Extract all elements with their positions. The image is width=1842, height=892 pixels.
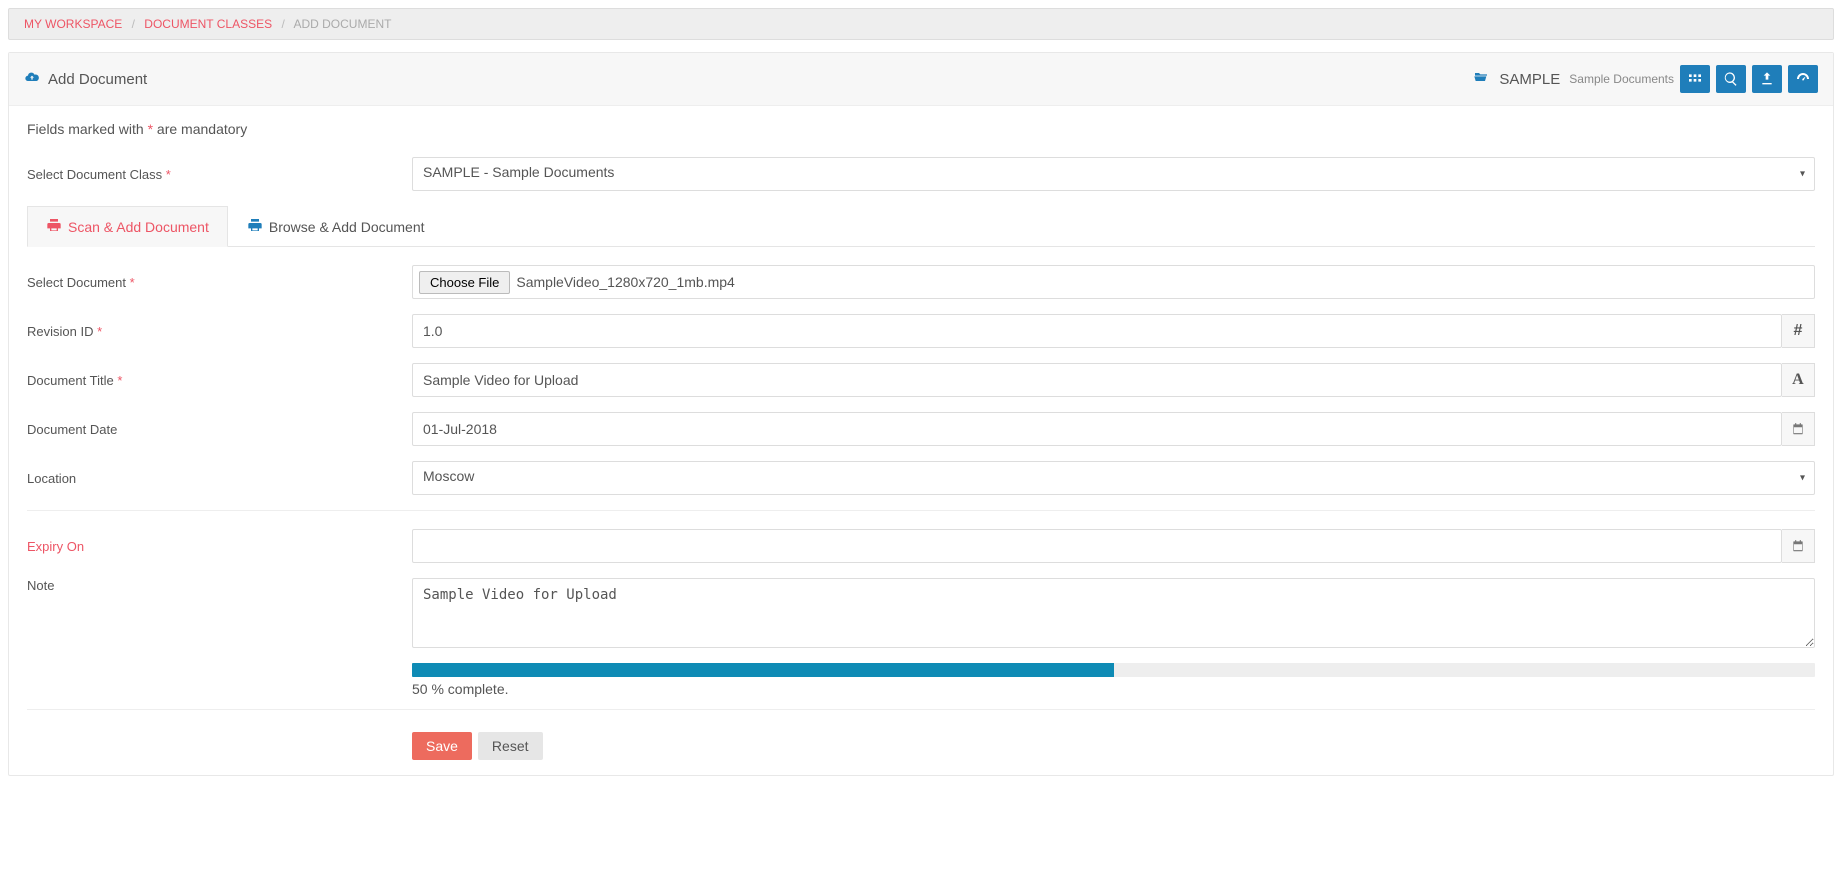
- textarea-note[interactable]: [412, 578, 1815, 648]
- selected-file-name: SampleVideo_1280x720_1mb.mp4: [516, 274, 734, 290]
- panel-header: Add Document SAMPLE Sample Documents: [9, 53, 1833, 106]
- tab-browse-add[interactable]: Browse & Add Document: [228, 206, 444, 246]
- save-button[interactable]: Save: [412, 732, 472, 760]
- input-expiry[interactable]: [412, 529, 1782, 563]
- list-view-button[interactable]: [1680, 65, 1710, 93]
- tab-scan-add[interactable]: Scan & Add Document: [27, 206, 228, 247]
- select-doc-class[interactable]: SAMPLE - Sample Documents: [412, 157, 1815, 191]
- upload-button[interactable]: [1752, 65, 1782, 93]
- row-select-doc: Select Document * Choose File SampleVide…: [27, 265, 1815, 299]
- doc-class-code: SAMPLE: [1499, 71, 1560, 88]
- reset-button[interactable]: Reset: [478, 732, 543, 760]
- divider: [27, 709, 1815, 710]
- row-expiry: Expiry On: [27, 529, 1815, 563]
- input-revision[interactable]: [412, 314, 1782, 348]
- calendar-icon[interactable]: [1782, 529, 1815, 563]
- label-expiry: Expiry On: [27, 539, 412, 554]
- doc-class-desc: Sample Documents: [1569, 72, 1674, 86]
- row-title: Document Title * A: [27, 363, 1815, 397]
- tabs: Scan & Add Document Browse & Add Documen…: [27, 206, 1815, 247]
- progress-text: 50 % complete.: [412, 681, 1815, 697]
- breadcrumb-link-doc-classes[interactable]: DOCUMENT CLASSES: [144, 17, 272, 31]
- breadcrumb-current: ADD DOCUMENT: [293, 17, 391, 31]
- search-button[interactable]: [1716, 65, 1746, 93]
- breadcrumb: MY WORKSPACE / DOCUMENT CLASSES / ADD DO…: [8, 8, 1834, 40]
- mandatory-hint: Fields marked with * are mandatory: [27, 121, 1815, 137]
- label-doc-class: Select Document Class *: [27, 167, 412, 182]
- folder-open-icon: [1473, 69, 1489, 89]
- hash-icon: #: [1782, 314, 1815, 348]
- breadcrumb-sep: /: [132, 17, 135, 31]
- input-title[interactable]: [412, 363, 1782, 397]
- tab-browse-label: Browse & Add Document: [269, 219, 425, 235]
- form-actions: Save Reset: [412, 732, 1815, 760]
- progress-fill: [412, 663, 1114, 677]
- add-document-panel: Add Document SAMPLE Sample Documents Fi: [8, 52, 1834, 776]
- dashboard-button[interactable]: [1788, 65, 1818, 93]
- row-doc-class: Select Document Class * SAMPLE - Sample …: [27, 157, 1815, 191]
- select-location[interactable]: Moscow: [412, 461, 1815, 495]
- progress-section: 50 % complete.: [412, 663, 1815, 697]
- divider: [27, 510, 1815, 511]
- breadcrumb-link-workspace[interactable]: MY WORKSPACE: [24, 17, 122, 31]
- breadcrumb-sep: /: [281, 17, 284, 31]
- label-location: Location: [27, 471, 412, 486]
- input-date[interactable]: [412, 412, 1782, 446]
- label-note: Note: [27, 578, 412, 593]
- calendar-icon[interactable]: [1782, 412, 1815, 446]
- row-location: Location Moscow: [27, 461, 1815, 495]
- print-icon: [46, 217, 62, 236]
- panel-title: Add Document: [48, 71, 147, 88]
- label-revision: Revision ID *: [27, 324, 412, 339]
- label-title: Document Title *: [27, 373, 412, 388]
- progress-bar: [412, 663, 1815, 677]
- label-date: Document Date: [27, 422, 412, 437]
- row-revision: Revision ID * #: [27, 314, 1815, 348]
- cloud-upload-icon: [24, 69, 40, 89]
- row-date: Document Date: [27, 412, 1815, 446]
- file-input-wrap: Choose File SampleVideo_1280x720_1mb.mp4: [412, 265, 1815, 299]
- label-select-doc: Select Document *: [27, 275, 412, 290]
- print-icon: [247, 217, 263, 236]
- font-icon: A: [1782, 363, 1815, 397]
- panel-body: Fields marked with * are mandatory Selec…: [9, 106, 1833, 775]
- tab-scan-label: Scan & Add Document: [68, 219, 209, 235]
- choose-file-button[interactable]: Choose File: [419, 271, 510, 294]
- row-note: Note: [27, 578, 1815, 648]
